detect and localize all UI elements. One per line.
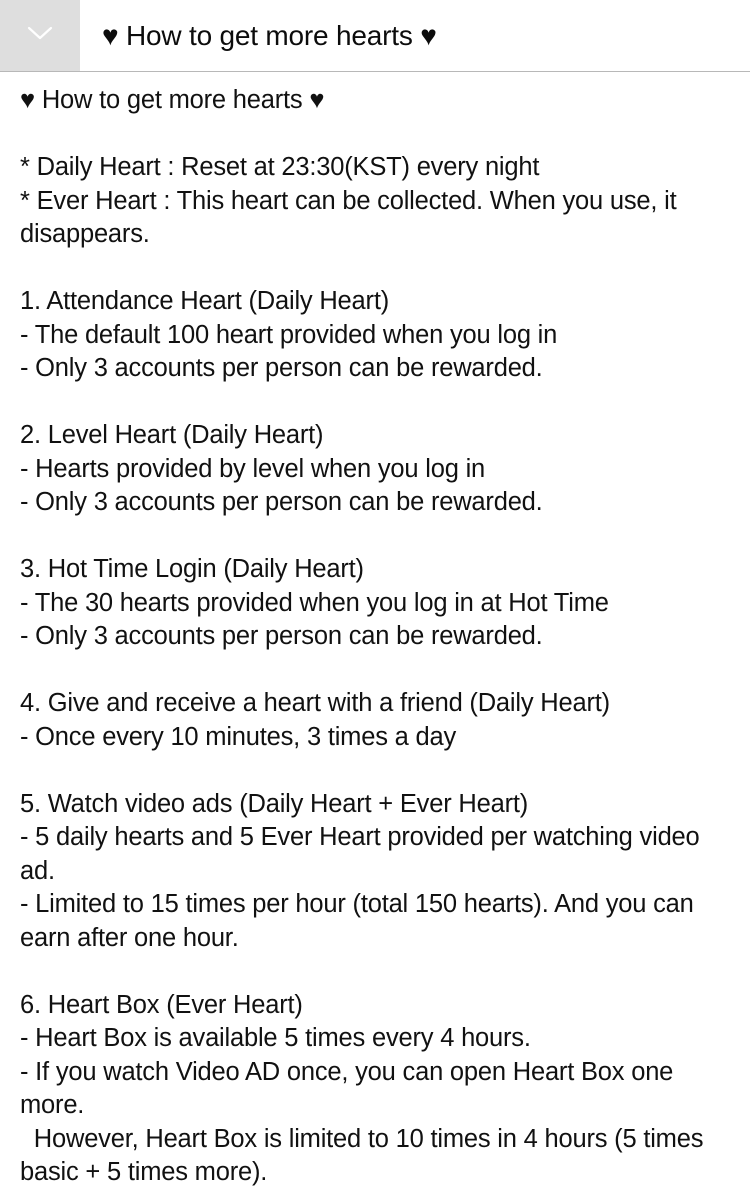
section-line: - If you watch Video AD once, you can op… [20, 1057, 681, 1120]
section-attendance-heart: 1. Attendance Heart (Daily Heart) - The … [20, 285, 730, 386]
section-heading: 6. Heart Box (Ever Heart) [20, 990, 303, 1019]
section-line: - Heart Box is available 5 times every 4… [20, 1024, 531, 1052]
section-heading: 1. Attendance Heart (Daily Heart) [20, 287, 389, 315]
section-line: - Hearts provided by level when you log … [20, 454, 486, 483]
article-title: ♥ How to get more hearts ♥ [20, 86, 325, 114]
section-video-ads: 5. Watch video ads (Daily Heart + Ever H… [20, 788, 730, 956]
note-daily-heart: * Daily Heart : Reset at 23:30(KST) ever… [20, 153, 540, 181]
section-line: - The default 100 heart provided when yo… [20, 320, 558, 349]
section-friend-heart: 4. Give and receive a heart with a frien… [20, 687, 730, 754]
chevron-down-icon [27, 25, 53, 46]
section-line: - Only 3 accounts per person can be rewa… [20, 622, 543, 650]
section-line: - The 30 hearts provided when you log in… [20, 588, 609, 617]
section-heart-box: 6. Heart Box (Ever Heart) - Heart Box is… [20, 989, 730, 1190]
section-line: - Only 3 accounts per person can be rewa… [20, 488, 543, 516]
section-heading: 4. Give and receive a heart with a frien… [20, 689, 610, 717]
section-heading: 5. Watch video ads (Daily Heart + Ever H… [20, 789, 529, 818]
section-line: - Limited to 15 times per hour (total 15… [20, 890, 701, 952]
page-header: ♥ How to get more hearts ♥ [0, 0, 750, 72]
section-heading: 3. Hot Time Login (Daily Heart) [20, 555, 364, 583]
article-body: ♥ How to get more hearts ♥ * Daily Heart… [0, 72, 750, 1190]
collapse-button[interactable] [0, 0, 80, 71]
section-heading: 2. Level Heart (Daily Heart) [20, 421, 324, 449]
section-line: - Only 3 accounts per person can be rewa… [20, 354, 543, 382]
note-ever-heart: * Ever Heart : This heart can be collect… [20, 186, 684, 249]
section-line: However, Heart Box is limited to 10 time… [20, 1124, 711, 1187]
section-level-heart: 2. Level Heart (Daily Heart) - Hearts pr… [20, 419, 730, 520]
section-hot-time-login: 3. Hot Time Login (Daily Heart) - The 30… [20, 553, 730, 654]
section-line: - 5 daily hearts and 5 Ever Heart provid… [20, 823, 707, 885]
header-title: ♥ How to get more hearts ♥ [102, 19, 437, 51]
section-line: - Once every 10 minutes, 3 times a day [20, 722, 457, 751]
